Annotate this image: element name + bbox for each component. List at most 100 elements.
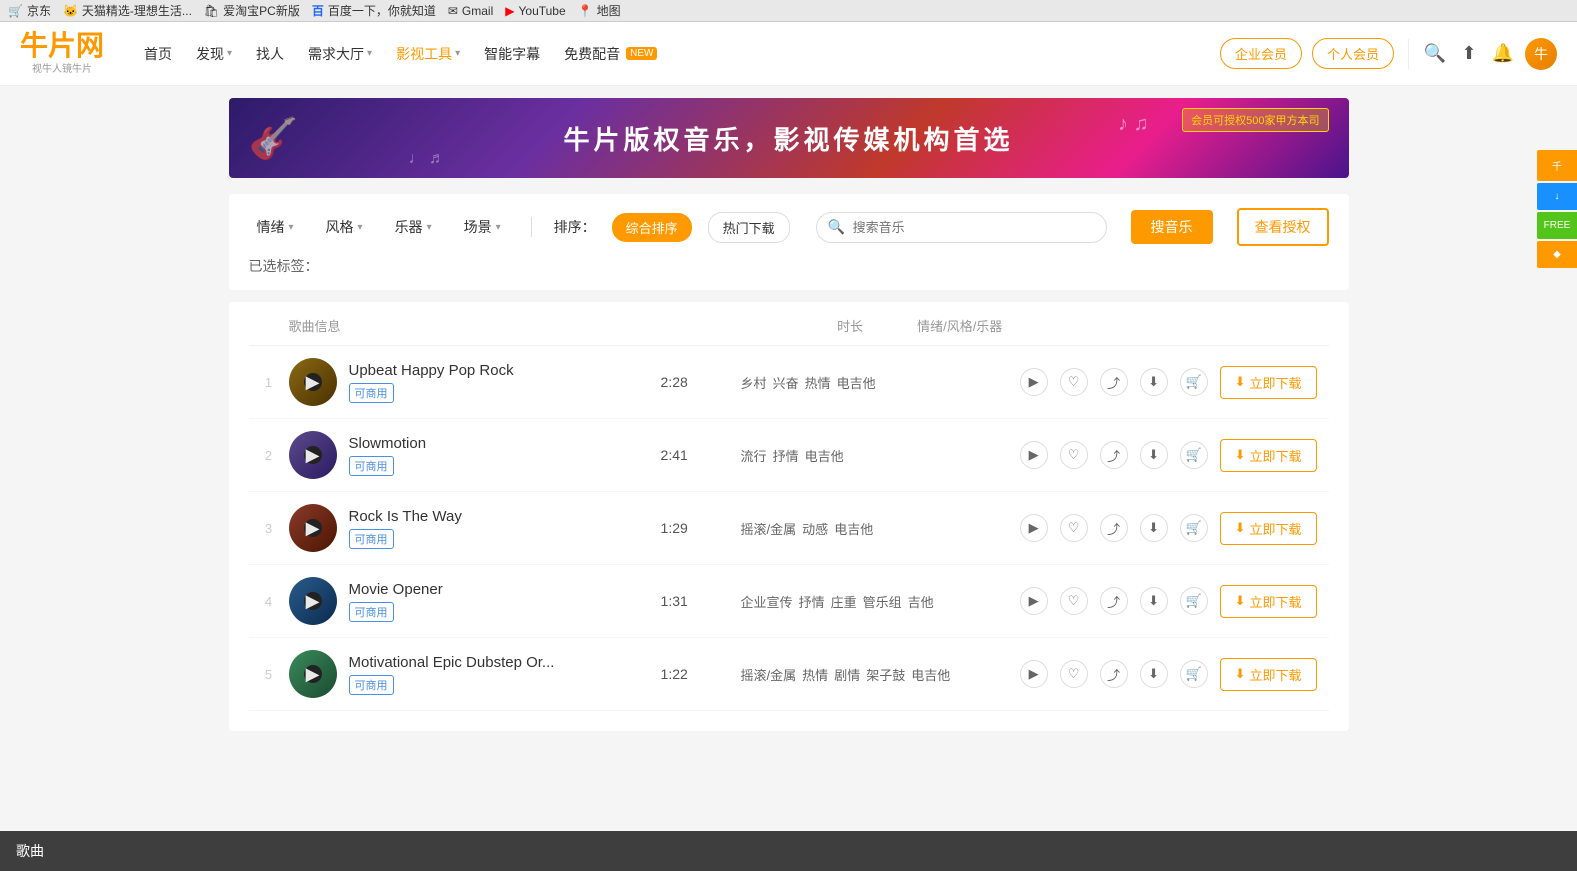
song-thumbnail[interactable]: ▶: [289, 358, 337, 406]
tag-item[interactable]: 剧情: [834, 665, 860, 684]
share-button[interactable]: ⤴: [1100, 587, 1128, 615]
btn-download-now[interactable]: ⬇ 立即下载: [1220, 512, 1317, 545]
cart-button[interactable]: 🛒: [1180, 441, 1208, 469]
song-tags: 摇滚/金属动感电吉他: [741, 519, 1020, 538]
play-button[interactable]: ▶: [1020, 514, 1048, 542]
song-thumbnail[interactable]: ▶: [289, 431, 337, 479]
download-icon[interactable]: ⬇: [1140, 587, 1168, 615]
tab-gmail[interactable]: ✉ Gmail: [448, 4, 493, 18]
cart-button[interactable]: 🛒: [1180, 660, 1208, 688]
sidebar-pill-free[interactable]: FREE: [1537, 212, 1577, 239]
filter-scene[interactable]: 场景 ▾: [456, 213, 509, 241]
song-title[interactable]: Motivational Epic Dubstep Or...: [349, 654, 661, 671]
song-title[interactable]: Rock Is The Way: [349, 508, 661, 525]
tag-item[interactable]: 吉他: [908, 592, 934, 611]
search-input[interactable]: [816, 212, 1107, 243]
filter-style[interactable]: 风格 ▾: [318, 213, 371, 241]
tag-item[interactable]: 摇滚/金属: [741, 665, 797, 684]
tag-item[interactable]: 电吉他: [834, 519, 873, 538]
btn-enterprise[interactable]: 企业会员: [1220, 38, 1302, 69]
like-button[interactable]: ♡: [1060, 441, 1088, 469]
play-button[interactable]: ▶: [1020, 441, 1048, 469]
song-thumbnail[interactable]: ▶: [289, 650, 337, 698]
nav-findpeople[interactable]: 找人: [256, 44, 284, 64]
like-button[interactable]: ♡: [1060, 514, 1088, 542]
tag-item[interactable]: 抒情: [799, 592, 825, 611]
song-index: 1: [249, 375, 289, 390]
song-duration: 1:31: [661, 593, 741, 609]
song-info: Movie Opener 可商用: [349, 581, 661, 622]
nav-demand[interactable]: 需求大厅 ▾: [308, 44, 372, 64]
song-thumbnail[interactable]: ▶: [289, 577, 337, 625]
upload-icon[interactable]: ⬆: [1457, 42, 1481, 66]
nav-dubbing[interactable]: 免费配音 NEW: [564, 44, 657, 64]
like-button[interactable]: ♡: [1060, 660, 1088, 688]
tag-item[interactable]: 电吉他: [837, 373, 876, 392]
download-icon[interactable]: ⬇: [1140, 441, 1168, 469]
tab-jd[interactable]: 🛒 京东: [8, 2, 51, 19]
sidebar-pill-promo[interactable]: ◆: [1537, 241, 1577, 268]
tag-item[interactable]: 架子鼓: [866, 665, 905, 684]
share-button[interactable]: ⤴: [1100, 660, 1128, 688]
nav-tools[interactable]: 影视工具 ▾: [396, 44, 460, 64]
tab-tmall[interactable]: 🐱 天猫精选-理想生活...: [63, 2, 192, 19]
tag-item[interactable]: 管乐组: [863, 592, 902, 611]
tag-item[interactable]: 乡村: [741, 373, 767, 392]
btn-personal[interactable]: 个人会员: [1312, 38, 1394, 69]
tag-item[interactable]: 摇滚/金属: [741, 519, 797, 538]
cart-button[interactable]: 🛒: [1180, 514, 1208, 542]
tab-youtube[interactable]: ▶ YouTube: [505, 4, 565, 18]
cart-button[interactable]: 🛒: [1180, 368, 1208, 396]
share-button[interactable]: ⤴: [1100, 441, 1128, 469]
sort-comprehensive[interactable]: 综合排序: [612, 213, 692, 242]
download-icon[interactable]: ⬇: [1140, 368, 1168, 396]
tab-taobao[interactable]: 🛍 爱淘宝PC新版: [204, 2, 300, 19]
song-title[interactable]: Upbeat Happy Pop Rock: [349, 362, 661, 379]
sidebar-pill-blue[interactable]: ↓: [1537, 183, 1577, 210]
download-icon[interactable]: ⬇: [1140, 514, 1168, 542]
btn-download-now[interactable]: ⬇ 立即下载: [1220, 585, 1317, 618]
play-button[interactable]: ▶: [1020, 368, 1048, 396]
share-button[interactable]: ⤴: [1100, 514, 1128, 542]
sidebar-pill-orange[interactable]: 千: [1537, 150, 1577, 181]
btn-check-auth[interactable]: 查看授权: [1237, 208, 1329, 246]
filter-instrument[interactable]: 乐器 ▾: [387, 213, 440, 241]
tag-item[interactable]: 兴奋: [773, 373, 799, 392]
search-icon[interactable]: 🔍: [1423, 42, 1447, 66]
btn-download-now[interactable]: ⬇ 立即下载: [1220, 658, 1317, 691]
search-bar: 🔍: [816, 212, 1107, 243]
sort-hot-download[interactable]: 热门下载: [708, 212, 790, 243]
play-button[interactable]: ▶: [1020, 660, 1048, 688]
btn-download-now[interactable]: ⬇ 立即下载: [1220, 366, 1317, 399]
cart-button[interactable]: 🛒: [1180, 587, 1208, 615]
tag-item[interactable]: 热情: [802, 665, 828, 684]
tag-item[interactable]: 电吉他: [805, 446, 844, 465]
song-title[interactable]: Slowmotion: [349, 435, 661, 452]
nav-subtitle[interactable]: 智能字幕: [484, 44, 540, 64]
song-info: Slowmotion 可商用: [349, 435, 661, 476]
download-icon[interactable]: ⬇: [1140, 660, 1168, 688]
bell-icon[interactable]: 🔔: [1491, 42, 1515, 66]
logo[interactable]: 牛片网 视牛人镜牛片: [20, 32, 104, 75]
nav-discover[interactable]: 发现 ▾: [196, 44, 232, 64]
song-title[interactable]: Movie Opener: [349, 581, 661, 598]
nav-home[interactable]: 首页: [144, 44, 172, 64]
btn-download-now[interactable]: ⬇ 立即下载: [1220, 439, 1317, 472]
tag-item[interactable]: 电吉他: [911, 665, 950, 684]
tag-item[interactable]: 热情: [805, 373, 831, 392]
like-button[interactable]: ♡: [1060, 368, 1088, 396]
tag-item[interactable]: 庄重: [831, 592, 857, 611]
song-thumbnail[interactable]: ▶: [289, 504, 337, 552]
play-button[interactable]: ▶: [1020, 587, 1048, 615]
share-button[interactable]: ⤴: [1100, 368, 1128, 396]
tab-baidu[interactable]: 百 百度一下，你就知道: [312, 2, 436, 19]
tab-maps[interactable]: 📍 地图: [578, 2, 621, 19]
avatar[interactable]: 牛: [1525, 38, 1557, 70]
like-button[interactable]: ♡: [1060, 587, 1088, 615]
tag-item[interactable]: 流行: [741, 446, 767, 465]
btn-search-music[interactable]: 搜音乐: [1131, 210, 1213, 244]
filter-emotion[interactable]: 情绪 ▾: [249, 213, 302, 241]
tag-item[interactable]: 企业宣传: [741, 592, 793, 611]
tag-item[interactable]: 抒情: [773, 446, 799, 465]
tag-item[interactable]: 动感: [802, 519, 828, 538]
